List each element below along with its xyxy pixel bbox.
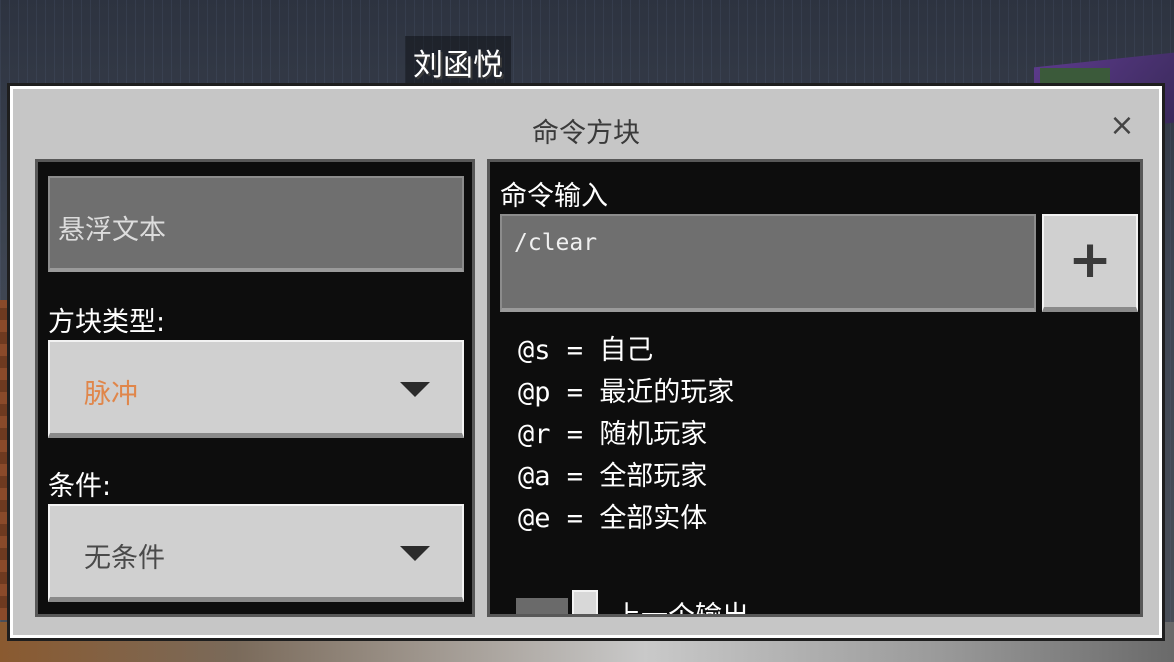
previous-output-toggle-knob[interactable] — [572, 590, 598, 614]
selector-desc: 全部玩家 — [599, 461, 708, 492]
block-type-label: 方块类型: — [48, 307, 166, 338]
selector-item: @e = 全部实体 — [518, 498, 734, 540]
selector-eq: = — [566, 335, 584, 366]
left-settings-panel: 悬浮文本 方块类型: 脉冲 条件: 无条件 — [35, 159, 475, 617]
command-value: /clear — [514, 230, 598, 256]
selector-eq: = — [566, 461, 584, 492]
condition-dropdown[interactable]: 无条件 — [48, 504, 464, 602]
plus-icon: + — [1068, 230, 1112, 290]
command-input-label: 命令输入 — [500, 181, 608, 212]
green-block — [1040, 68, 1110, 84]
right-command-panel: 命令输入 /clear + @s = 自己 @p = 最近的玩家 @r = 随机… — [487, 159, 1143, 617]
condition-label: 条件: — [48, 471, 112, 502]
hover-text-placeholder: 悬浮文本 — [58, 215, 166, 246]
chevron-down-icon — [400, 546, 430, 561]
selector-item: @a = 全部玩家 — [518, 456, 734, 498]
player-nametag: 刘函悦 — [405, 36, 511, 88]
condition-value: 无条件 — [84, 543, 165, 574]
add-command-button[interactable]: + — [1042, 214, 1138, 312]
previous-output-toggle-track[interactable] — [516, 598, 568, 614]
selector-code: @a — [518, 461, 551, 492]
block-type-dropdown[interactable]: 脉冲 — [48, 340, 464, 438]
close-icon[interactable]: × — [1107, 111, 1137, 141]
chevron-down-icon — [400, 382, 430, 397]
selector-eq: = — [566, 419, 584, 450]
selector-code: @e — [518, 503, 551, 534]
command-input[interactable]: /clear — [500, 214, 1036, 312]
selector-desc: 最近的玩家 — [599, 377, 735, 408]
previous-output-label: 上一个输出 — [614, 601, 749, 617]
selector-code: @s — [518, 335, 551, 366]
selector-code: @r — [518, 419, 551, 450]
selector-code: @p — [518, 377, 551, 408]
selector-desc: 自己 — [599, 335, 654, 366]
selector-eq: = — [566, 377, 584, 408]
hover-text-input[interactable]: 悬浮文本 — [48, 176, 464, 272]
command-block-dialog: 命令方块 × 悬浮文本 方块类型: 脉冲 条件: 无条件 命令输入 /clear… — [10, 86, 1162, 638]
selector-item: @r = 随机玩家 — [518, 414, 734, 456]
dialog-title: 命令方块 — [532, 118, 640, 149]
selector-item: @s = 自己 — [518, 330, 734, 372]
selector-desc: 随机玩家 — [599, 419, 708, 450]
selector-desc: 全部实体 — [599, 503, 708, 534]
block-type-value: 脉冲 — [84, 379, 138, 410]
selector-list: @s = 自己 @p = 最近的玩家 @r = 随机玩家 @a = 全部玩家 @… — [518, 330, 734, 540]
selector-item: @p = 最近的玩家 — [518, 372, 734, 414]
selector-eq: = — [566, 503, 584, 534]
